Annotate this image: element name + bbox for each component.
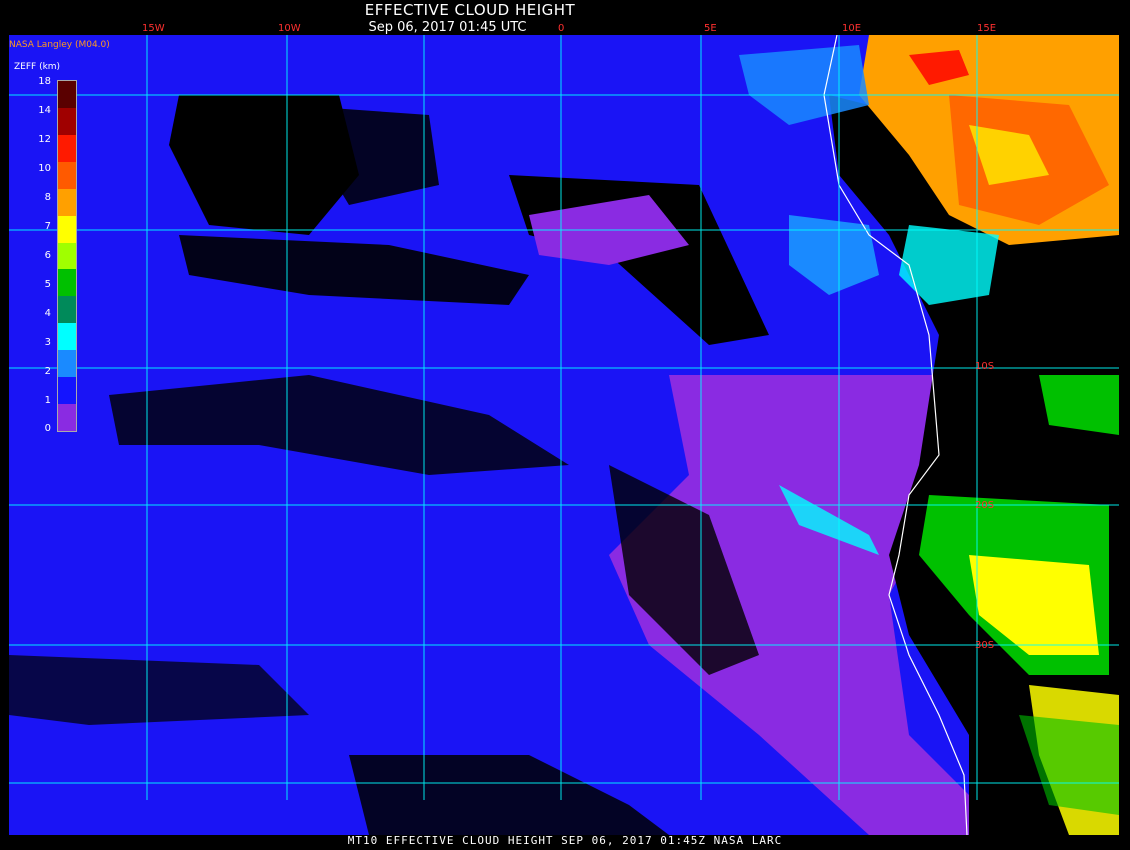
legend-tick: 0 — [44, 423, 51, 434]
footer-caption: MT10 EFFECTIVE CLOUD HEIGHT SEP 06, 2017… — [347, 834, 783, 847]
color-swatch — [58, 188, 76, 216]
longitude-label: 0 — [558, 23, 565, 34]
latitude-label: 20S — [975, 500, 995, 511]
legend-tick: 8 — [44, 192, 51, 203]
map-timestamp: Sep 06, 2017 01:45 UTC — [368, 20, 527, 35]
longitude-label: 5E — [704, 23, 717, 34]
legend-tick: 10 — [38, 163, 51, 174]
color-swatch — [58, 269, 76, 297]
longitude-label: 15E — [977, 23, 997, 34]
map-title: EFFECTIVE CLOUD HEIGHT — [364, 1, 576, 19]
color-swatch — [58, 296, 76, 324]
legend-tick: 1 — [44, 395, 51, 406]
color-swatch — [58, 161, 76, 189]
legend-tick: 2 — [44, 366, 51, 377]
latitude-label: 10S — [975, 361, 995, 372]
color-swatch — [58, 81, 76, 108]
color-swatch — [58, 404, 76, 431]
longitude-label: 10W — [278, 23, 301, 34]
color-swatch — [58, 377, 76, 405]
legend-tick: 6 — [44, 250, 51, 261]
legend-tick: 3 — [44, 337, 51, 348]
color-swatch — [58, 323, 76, 351]
legend-tick: 5 — [44, 279, 51, 290]
color-swatch — [58, 350, 76, 378]
latitude-label: 30S — [975, 640, 995, 651]
longitude-label: 10E — [842, 23, 862, 34]
legend-tick: 7 — [44, 221, 51, 232]
cloud-height-map — [9, 34, 1119, 839]
color-swatch — [58, 107, 76, 135]
color-swatch — [58, 134, 76, 162]
color-scale-bar — [57, 80, 77, 432]
color-swatch — [58, 215, 76, 243]
longitude-label: 15W — [142, 23, 165, 34]
legend-tick: 18 — [38, 76, 51, 87]
color-swatch — [58, 242, 76, 270]
legend-tick: 4 — [44, 308, 51, 319]
legend-tick: 14 — [38, 105, 51, 116]
legend-title: ZEFF (km) — [14, 62, 61, 72]
legend-tick: 12 — [38, 134, 51, 145]
credit-label: NASA Langley (M04.0) — [9, 40, 110, 50]
